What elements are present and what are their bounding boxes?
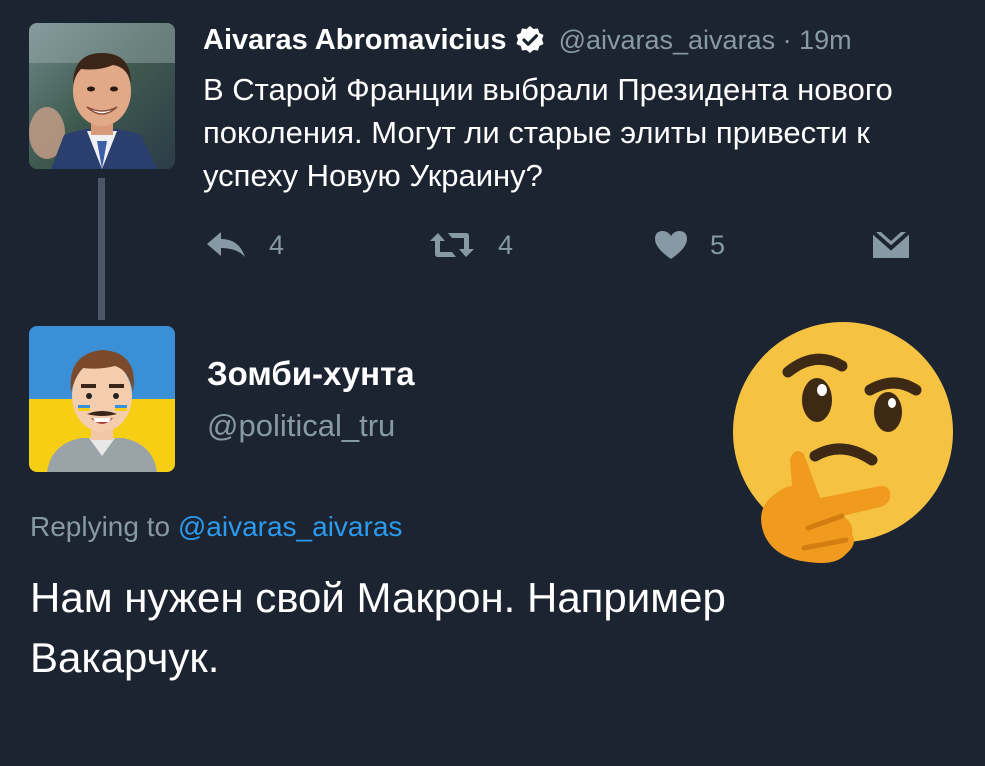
tweet-actions-bar: 4 4 5 [0, 222, 985, 268]
author-name[interactable]: Aivaras Abromavicius [203, 24, 507, 57]
replying-to-label: Replying to [30, 511, 171, 542]
retweet-icon [430, 233, 474, 257]
direct-message-button[interactable] [872, 222, 910, 268]
replying-to-line: Replying to @aivaras_aivaras [30, 511, 402, 543]
parent-tweet-text: В Старой Франции выбрали Президента ново… [203, 72, 893, 193]
reply-button[interactable]: 4 [205, 222, 284, 268]
tweet-thread: Aivaras Abromavicius @aivaras_aivaras · … [0, 0, 985, 766]
replying-to-mention-link[interactable]: @aivaras_aivaras [178, 511, 403, 542]
envelope-icon [872, 230, 910, 258]
reply-tweet-text: Нам нужен свой Макрон. Например Вакарчук… [30, 574, 726, 681]
retweet-button[interactable]: 4 [428, 222, 513, 268]
thinking-face-emoji-icon [733, 322, 953, 563]
like-count: 5 [710, 229, 726, 260]
verified-badge-icon [516, 26, 544, 53]
like-button[interactable]: 5 [654, 222, 725, 268]
reply-author-handle[interactable]: @political_tru [207, 408, 395, 444]
parent-tweet-header: Aivaras Abromavicius @aivaras_aivaras · … [203, 20, 852, 60]
author-avatar[interactable] [29, 23, 175, 169]
reply-author-name[interactable]: Зомби-хунта [207, 355, 415, 393]
reply-author-avatar[interactable] [29, 326, 175, 472]
reply-icon [207, 232, 245, 257]
retweet-count: 4 [498, 229, 514, 260]
heart-icon [655, 231, 687, 259]
reply-count: 4 [269, 229, 285, 260]
author-handle-timestamp[interactable]: @aivaras_aivaras · 19m [559, 25, 852, 56]
